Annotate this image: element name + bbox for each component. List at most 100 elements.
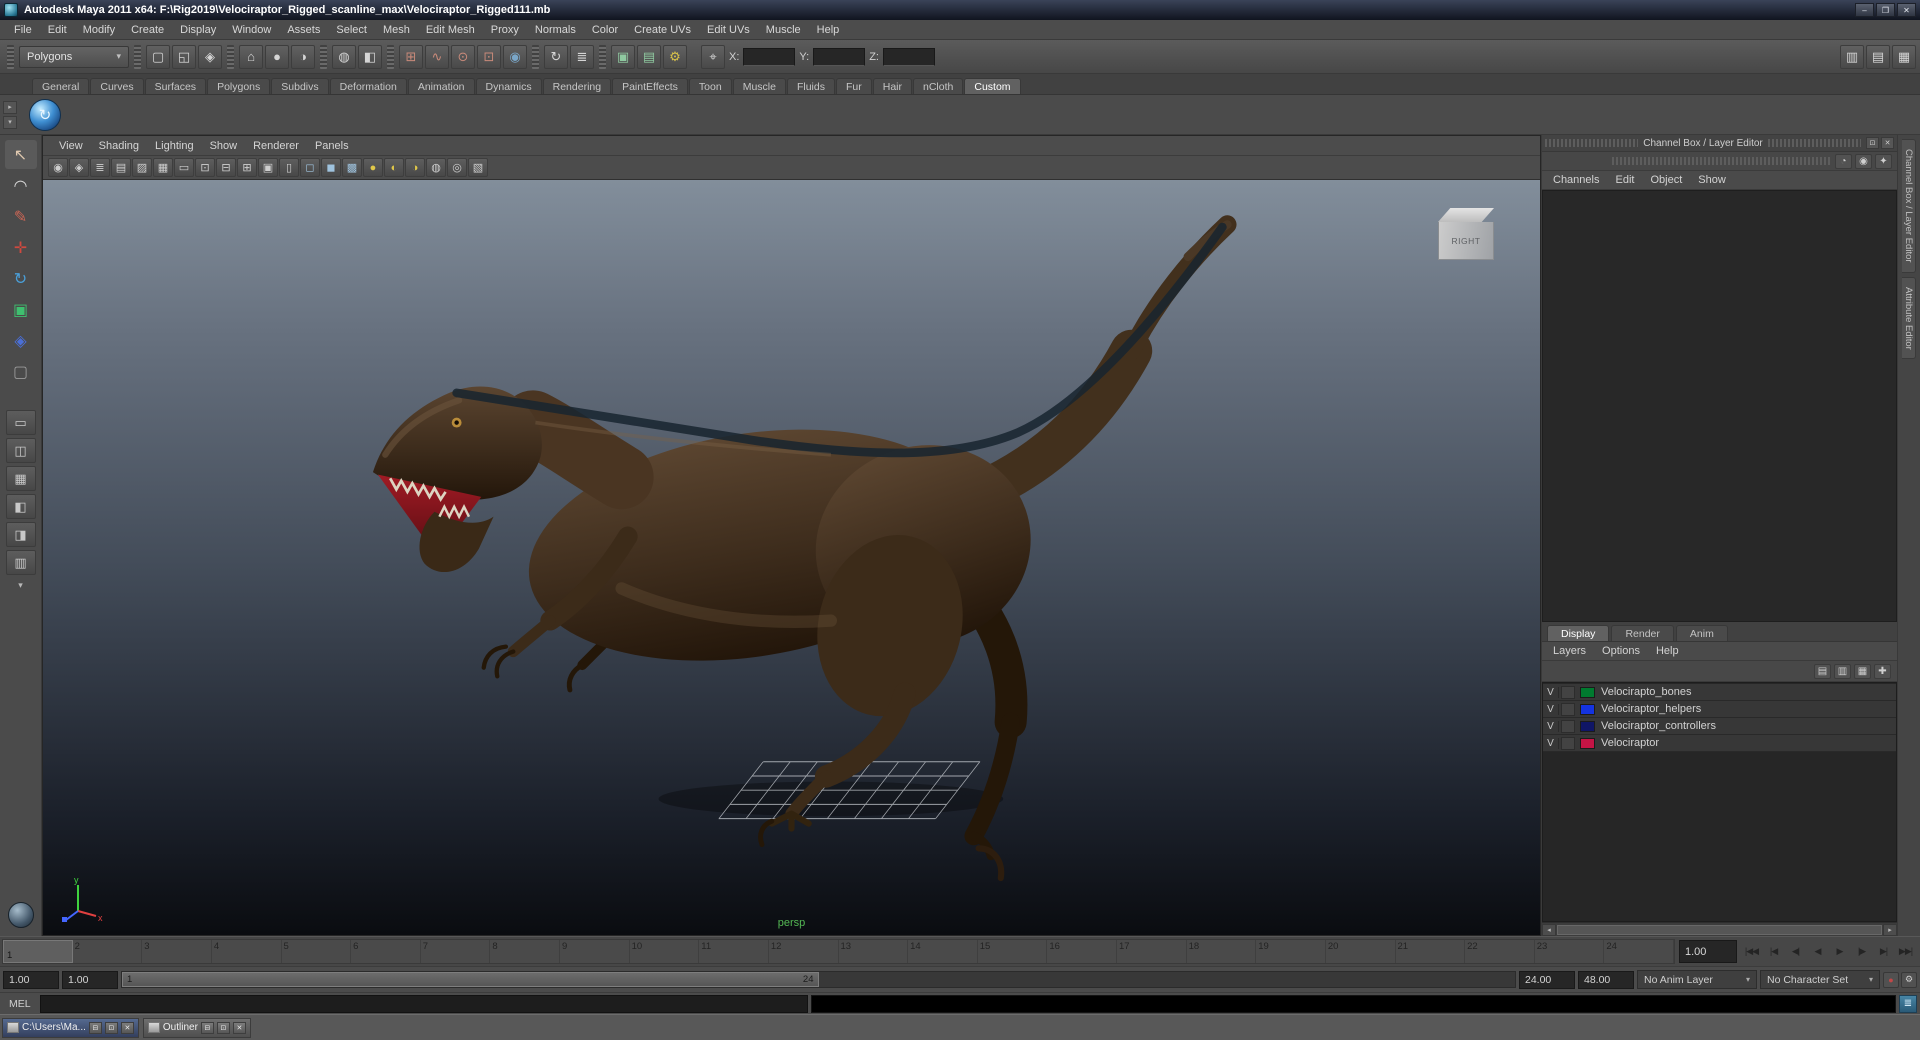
create-empty-layer-button[interactable]: ▦	[1854, 664, 1871, 679]
animation-preferences-button[interactable]: ⚙	[1901, 972, 1917, 988]
channels-menu-edit[interactable]: Edit	[1608, 173, 1641, 187]
current-frame-indicator[interactable]: 1	[3, 940, 73, 963]
timeline-frame-21[interactable]: 21	[1396, 940, 1466, 963]
playback-start-field[interactable]	[62, 971, 118, 989]
use-all-lights-icon[interactable]: ●	[363, 158, 383, 177]
toggle-channel-box-button[interactable]: ▦	[1892, 45, 1916, 69]
texture-placement-icon[interactable]: ▧	[468, 158, 488, 177]
resolution-gate-icon[interactable]: ⊡	[195, 158, 215, 177]
shelf-tab-dynamics[interactable]: Dynamics	[476, 78, 542, 94]
layer-type-toggle[interactable]	[1561, 720, 1575, 733]
two-pane-layout-button[interactable]: ◫	[6, 438, 36, 463]
layer-row-velociraptor[interactable]: VVelociraptor	[1543, 735, 1896, 752]
select-by-object-icon[interactable]: ●	[265, 45, 289, 69]
timeline-frame-16[interactable]: 16	[1047, 940, 1117, 963]
shelf-tab-polygons[interactable]: Polygons	[207, 78, 270, 94]
set-current-layer-icon[interactable]: ▤	[1814, 664, 1831, 679]
command-input[interactable]	[40, 995, 808, 1013]
menu-display[interactable]: Display	[172, 22, 224, 38]
timeline-frame-4[interactable]: 4	[212, 940, 282, 963]
select-tool[interactable]: ↖	[5, 140, 37, 169]
layer-list[interactable]: VVelocirapto_bonesVVelociraptor_helpersV…	[1542, 682, 1897, 922]
timeline-frame-12[interactable]: 12	[769, 940, 839, 963]
shelf-menu-button[interactable]: ▾	[3, 116, 17, 129]
menu-create-uvs[interactable]: Create UVs	[626, 22, 699, 38]
highlight-selection-icon[interactable]: ◍	[332, 45, 356, 69]
shelf-tab-surfaces[interactable]: Surfaces	[145, 78, 206, 94]
timeline-frame-19[interactable]: 19	[1256, 940, 1326, 963]
layer-row-velociraptor-controllers[interactable]: VVelociraptor_controllers	[1543, 718, 1896, 735]
layers-menu-options[interactable]: Options	[1595, 644, 1647, 658]
panel-drag-handle[interactable]	[1612, 157, 1832, 165]
animation-end-field[interactable]	[1578, 971, 1634, 989]
layer-visibility-toggle[interactable]: V	[1543, 738, 1559, 749]
menu-set-dropdown[interactable]: Polygons	[19, 46, 129, 68]
timeline-frame-13[interactable]: 13	[839, 940, 909, 963]
dock-window-button[interactable]: ⊟	[89, 1022, 102, 1034]
timeline-frame-8[interactable]: 8	[490, 940, 560, 963]
shelf-tab-fur[interactable]: Fur	[836, 78, 872, 94]
make-live-icon[interactable]: ◉	[503, 45, 527, 69]
layers-menu-layers[interactable]: Layers	[1546, 644, 1593, 658]
field-chart-icon[interactable]: ⊞	[237, 158, 257, 177]
timeline-frame-10[interactable]: 10	[630, 940, 700, 963]
scroll-left-button[interactable]: ◂	[1542, 924, 1556, 936]
channel-speed-mode-icon[interactable]: ✦	[1875, 154, 1892, 169]
universal-manipulator-tool[interactable]: ◈	[5, 326, 37, 355]
shelf-tab-deformation[interactable]: Deformation	[330, 78, 407, 94]
timeline-frame-17[interactable]: 17	[1117, 940, 1187, 963]
viewport-canvas[interactable]: RIGHT y x persp	[43, 180, 1540, 935]
toggle-tool-settings-button[interactable]: ▤	[1866, 45, 1890, 69]
menu-modify[interactable]: Modify	[75, 22, 123, 38]
timeline-frame-15[interactable]: 15	[978, 940, 1048, 963]
layer-type-toggle[interactable]	[1561, 737, 1575, 750]
select-camera-icon[interactable]: ◉	[48, 158, 68, 177]
uv-edit-layout-button[interactable]: ▥	[6, 550, 36, 575]
layer-editor-tab-anim[interactable]: Anim	[1676, 625, 1728, 641]
time-slider[interactable]: 123456789101112131415161718192021222324 …	[2, 939, 1675, 964]
save-scene-icon[interactable]: ◈	[198, 45, 222, 69]
layer-list-scrollbar[interactable]: ◂ ▸	[1542, 922, 1897, 936]
viewport-menu-shading[interactable]: Shading	[91, 138, 147, 154]
gate-mask-icon[interactable]: ⊟	[216, 158, 236, 177]
layer-visibility-toggle[interactable]: V	[1543, 721, 1559, 732]
move-tool[interactable]: ✛	[5, 233, 37, 262]
channel-slider-mode-icon[interactable]: ◔	[1835, 154, 1852, 169]
menu-help[interactable]: Help	[809, 22, 848, 38]
sphere-widget-icon[interactable]	[8, 902, 34, 928]
create-layer-from-selected-button[interactable]: ✚	[1874, 664, 1891, 679]
snap-to-grid-icon[interactable]: ⊞	[399, 45, 423, 69]
timeline-frame-6[interactable]: 6	[351, 940, 421, 963]
channel-box-area[interactable]	[1542, 190, 1897, 622]
view-cube-front-face[interactable]: RIGHT	[1438, 222, 1494, 260]
four-pane-layout-button[interactable]: ▦	[6, 466, 36, 491]
layer-color-swatch[interactable]	[1580, 738, 1595, 749]
play-forwards-button[interactable]: ▶	[1829, 941, 1850, 963]
close-window-button[interactable]: ✕	[121, 1022, 134, 1034]
lock-camera-icon[interactable]: ◈	[69, 158, 89, 177]
timeline-frame-5[interactable]: 5	[282, 940, 352, 963]
viewport-menu-view[interactable]: View	[51, 138, 91, 154]
single-pane-layout-button[interactable]: ▭	[6, 410, 36, 435]
maximize-button[interactable]: ❐	[1876, 3, 1895, 17]
last-tool[interactable]: ▢	[5, 357, 37, 386]
step-forward-frame-button[interactable]: ▶|	[1873, 941, 1894, 963]
scroll-right-button[interactable]: ▸	[1883, 924, 1897, 936]
bookmarks-icon[interactable]: ▤	[111, 158, 131, 177]
layer-type-toggle[interactable]	[1561, 686, 1575, 699]
character-set-dropdown[interactable]: No Character Set	[1760, 970, 1880, 989]
layer-color-swatch[interactable]	[1580, 704, 1595, 715]
menu-edit-mesh[interactable]: Edit Mesh	[418, 22, 483, 38]
playback-range-bar[interactable]: 1 24	[122, 972, 819, 987]
auto-keyframe-button[interactable]: ●	[1883, 972, 1899, 988]
channels-menu-channels[interactable]: Channels	[1546, 173, 1606, 187]
timeline-frame-11[interactable]: 11	[699, 940, 769, 963]
viewport-menu-lighting[interactable]: Lighting	[147, 138, 202, 154]
lasso-select-tool[interactable]: ◠	[5, 171, 37, 200]
grid-toggle-icon[interactable]: ▦	[153, 158, 173, 177]
select-by-hierarchy-icon[interactable]: ⌂	[239, 45, 263, 69]
shelf-tab-rendering[interactable]: Rendering	[543, 78, 611, 94]
layer-row-velocirapto-bones[interactable]: VVelocirapto_bones	[1543, 684, 1896, 701]
film-gate-icon[interactable]: ▭	[174, 158, 194, 177]
step-back-frame-button[interactable]: |◀	[1763, 941, 1784, 963]
